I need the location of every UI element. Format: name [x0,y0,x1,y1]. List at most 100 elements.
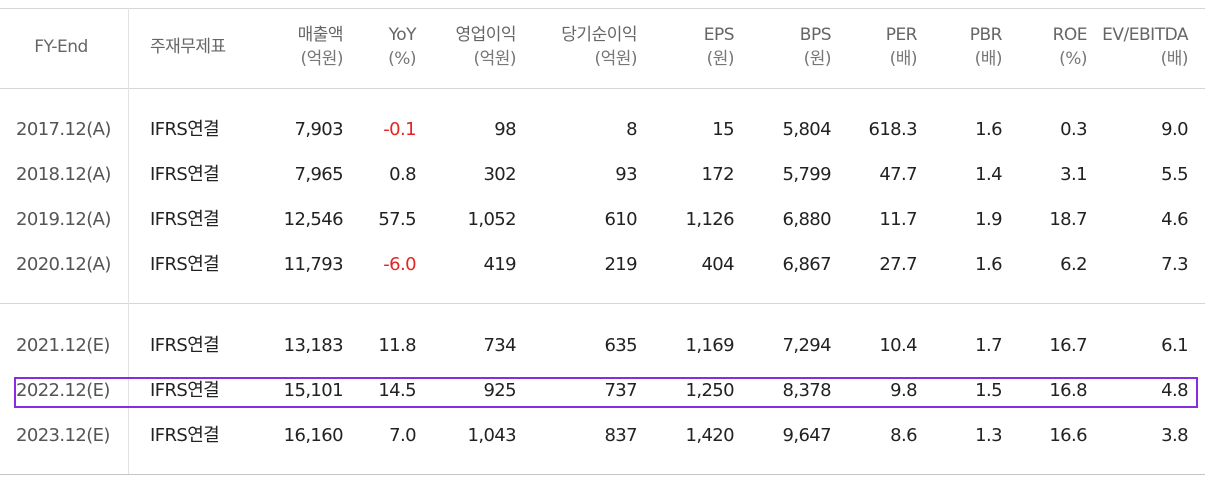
ev-ebitda-cell: 7.3 [1161,254,1188,275]
pbr-cell: 1.6 [975,119,1002,140]
header-bps: BPS (원) [799,25,832,69]
pbr-cell: 1.4 [975,164,1002,185]
header-pbr: PBR (배) [969,25,1003,69]
sales-cell: 7,903 [294,119,343,140]
fy-end-cell: 2022.12(E) [16,380,110,401]
eps-cell: 172 [701,164,734,185]
table-row: 2023.12(E) IFRS연결 16,160 7.0 1,043 837 1… [0,419,1205,453]
fy-end-cell: 2020.12(A) [16,254,111,275]
yoy-cell: 11.8 [378,335,416,356]
table-row: 2021.12(E) IFRS연결 13,183 11.8 734 635 1,… [0,329,1205,363]
sales-cell: 15,101 [283,380,344,401]
header-yoy: YoY (%) [388,25,416,69]
per-cell: 9.8 [890,380,917,401]
net-income-cell: 219 [604,254,637,275]
table-top-border [0,8,1205,9]
roe-cell: 16.8 [1049,380,1087,401]
header-per: PER (배) [885,25,918,69]
net-income-cell: 610 [604,209,637,230]
operating-profit-cell: 1,052 [467,209,516,230]
table-row: 2020.12(A) IFRS연결 11,793 -6.0 419 219 40… [0,248,1205,282]
bps-cell: 7,294 [782,335,831,356]
bps-cell: 5,799 [782,164,831,185]
sales-cell: 11,793 [283,254,344,275]
pbr-cell: 1.5 [975,380,1002,401]
bps-cell: 9,647 [782,425,831,446]
table-row: 2017.12(A) IFRS연결 7,903 -0.1 98 8 15 5,8… [0,113,1205,147]
operating-profit-cell: 302 [483,164,516,185]
sales-cell: 13,183 [283,335,344,356]
yoy-cell: -0.1 [383,119,416,140]
operating-profit-cell: 734 [483,335,516,356]
eps-cell: 404 [701,254,734,275]
pbr-cell: 1.7 [975,335,1002,356]
net-income-cell: 737 [604,380,637,401]
net-income-cell: 93 [615,164,637,185]
per-cell: 8.6 [890,425,917,446]
roe-cell: 6.2 [1060,254,1087,275]
roe-cell: 18.7 [1049,209,1087,230]
header-bottom-border [0,88,1205,89]
yoy-cell: 14.5 [378,380,416,401]
net-income-cell: 837 [604,425,637,446]
ev-ebitda-cell: 4.6 [1161,209,1188,230]
header-sales: 매출액 (억원) [297,25,344,69]
header-roe: ROE (%) [1052,25,1088,69]
financial-summary-table: FY-End 주재무제표 매출액 (억원) YoY (%) 영업이익 (억원) … [0,0,1205,482]
table-row-highlighted: 2022.12(E) IFRS연결 15,101 14.5 925 737 1,… [0,374,1205,408]
bps-cell: 8,378 [782,380,831,401]
roe-cell: 0.3 [1060,119,1087,140]
per-cell: 27.7 [879,254,917,275]
table-row: 2018.12(A) IFRS연결 7,965 0.8 302 93 172 5… [0,158,1205,192]
fy-end-cell: 2023.12(E) [16,425,110,446]
ev-ebitda-cell: 4.8 [1161,380,1188,401]
per-cell: 47.7 [879,164,917,185]
bps-cell: 6,880 [782,209,831,230]
eps-cell: 15 [712,119,734,140]
pbr-cell: 1.6 [975,254,1002,275]
fy-end-cell: 2018.12(A) [16,164,111,185]
header-ev-ebitda: EV/EBITDA (배) [1102,25,1188,69]
fy-end-cell: 2019.12(A) [16,209,111,230]
roe-cell: 16.7 [1049,335,1087,356]
ev-ebitda-cell: 9.0 [1161,119,1188,140]
operating-profit-cell: 98 [494,119,516,140]
yoy-cell: 57.5 [378,209,416,230]
header-fy-end: FY-End [34,37,88,57]
ev-ebitda-cell: 3.8 [1161,425,1188,446]
table-row: 2019.12(A) IFRS연결 12,546 57.5 1,052 610 … [0,203,1205,237]
net-income-cell: 8 [626,119,637,140]
eps-cell: 1,250 [685,380,734,401]
roe-cell: 3.1 [1060,164,1087,185]
yoy-cell: -6.0 [383,254,416,275]
yoy-cell: 7.0 [389,425,416,446]
per-cell: 11.7 [879,209,917,230]
ev-ebitda-cell: 5.5 [1161,164,1188,185]
eps-cell: 1,420 [685,425,734,446]
actuals-estimates-divider [0,303,1205,304]
roe-cell: 16.6 [1049,425,1087,446]
eps-cell: 1,126 [685,209,734,230]
net-income-cell: 635 [604,335,637,356]
header-eps: EPS (원) [703,25,735,69]
pbr-cell: 1.9 [975,209,1002,230]
pbr-cell: 1.3 [975,425,1002,446]
sales-cell: 16,160 [283,425,344,446]
eps-cell: 1,169 [685,335,734,356]
header-net-income: 당기순이익 (억원) [561,25,637,69]
operating-profit-cell: 1,043 [467,425,516,446]
header-operating-profit: 영업이익 (억원) [455,25,516,69]
operating-profit-cell: 925 [483,380,516,401]
bps-cell: 5,804 [782,119,831,140]
sales-cell: 7,965 [294,164,343,185]
yoy-cell: 0.8 [389,164,416,185]
table-bottom-border [0,474,1205,475]
fy-end-cell: 2017.12(A) [16,119,111,140]
per-cell: 10.4 [879,335,917,356]
bps-cell: 6,867 [782,254,831,275]
per-cell: 618.3 [868,119,917,140]
fy-end-cell: 2021.12(E) [16,335,110,356]
sales-cell: 12,546 [283,209,344,230]
operating-profit-cell: 419 [483,254,516,275]
ev-ebitda-cell: 6.1 [1161,335,1188,356]
